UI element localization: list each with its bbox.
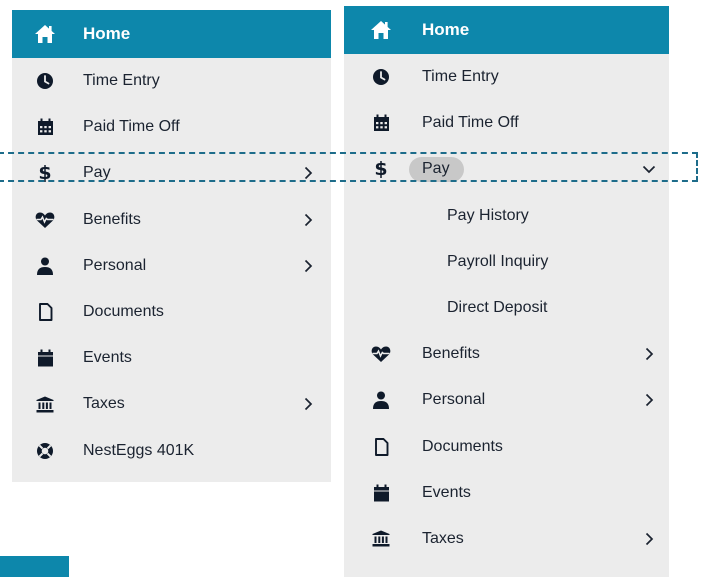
menu-item-pay-expanded[interactable]: $ Pay bbox=[344, 146, 669, 192]
chevron-right-icon[interactable] bbox=[641, 531, 657, 547]
menu-label: Benefits bbox=[422, 345, 480, 363]
menu-label: Paid Time Off bbox=[83, 118, 180, 136]
menu-item-benefits[interactable]: Benefits bbox=[344, 331, 669, 377]
menu-item-documents[interactable]: Documents bbox=[12, 289, 331, 335]
menu-item-events[interactable]: Events bbox=[12, 335, 331, 381]
menu-item-paid-time-off[interactable]: Paid Time Off bbox=[12, 104, 331, 150]
home-header[interactable]: Home bbox=[344, 6, 669, 54]
menu-label: Events bbox=[83, 349, 132, 367]
active-pay-pill: Pay bbox=[409, 156, 464, 182]
home-label: Home bbox=[83, 24, 131, 43]
menu-label: Paid Time Off bbox=[422, 114, 519, 132]
chevron-right-icon[interactable] bbox=[641, 392, 657, 408]
menu-item-pay[interactable]: $ Pay bbox=[12, 150, 331, 196]
menu-item-nesteggs-401k[interactable]: NestEggs 401K bbox=[12, 428, 331, 474]
calendar-grid-icon bbox=[369, 111, 393, 135]
calendar-grid-icon bbox=[33, 115, 57, 139]
calendar-icon bbox=[369, 481, 393, 505]
chevron-down-icon[interactable] bbox=[641, 161, 657, 177]
chevron-right-icon[interactable] bbox=[300, 165, 316, 181]
menu-label: Taxes bbox=[83, 395, 125, 413]
menu-label: Personal bbox=[83, 256, 147, 274]
clock-icon bbox=[369, 65, 393, 89]
menu-label: Taxes bbox=[422, 529, 464, 547]
submenu-item-direct-deposit[interactable]: Direct Deposit bbox=[344, 285, 669, 331]
submenu-item-pay-history[interactable]: Pay History bbox=[344, 193, 669, 239]
chevron-right-icon[interactable] bbox=[641, 346, 657, 362]
clock-icon bbox=[33, 69, 57, 93]
heartbeat-icon bbox=[33, 208, 57, 232]
menu-item-personal[interactable]: Personal bbox=[344, 377, 669, 423]
home-icon bbox=[369, 18, 393, 42]
right-menu-list: Time Entry Paid Time Off $ Pay Pay Histo… bbox=[344, 54, 669, 562]
menu-item-time-entry[interactable]: Time Entry bbox=[12, 58, 331, 104]
menu-label: Time Entry bbox=[422, 68, 499, 86]
document-icon bbox=[369, 435, 393, 459]
menu-label: NestEggs 401K bbox=[83, 441, 195, 459]
menu-label: Events bbox=[422, 483, 471, 501]
menu-item-taxes[interactable]: Taxes bbox=[344, 516, 669, 562]
menu-item-taxes[interactable]: Taxes bbox=[12, 381, 331, 427]
left-menu-list: Time Entry Paid Time Off $ Pay Benefits bbox=[12, 58, 331, 474]
menu-item-events[interactable]: Events bbox=[344, 470, 669, 516]
life-ring-icon bbox=[33, 439, 57, 463]
menu-label: Documents bbox=[422, 437, 503, 455]
left-nav-menu: Home Time Entry Paid Time Off $ Pay Bene… bbox=[12, 10, 331, 482]
calendar-icon bbox=[33, 346, 57, 370]
menu-label: Personal bbox=[422, 391, 486, 409]
home-icon bbox=[33, 22, 57, 46]
chevron-right-icon[interactable] bbox=[300, 212, 316, 228]
bank-icon bbox=[369, 527, 393, 551]
menu-item-personal[interactable]: Personal bbox=[12, 243, 331, 289]
chevron-right-icon[interactable] bbox=[300, 396, 316, 412]
home-label: Home bbox=[422, 20, 470, 39]
home-header[interactable]: Home bbox=[12, 10, 331, 58]
person-icon bbox=[33, 254, 57, 278]
right-nav-menu: Home Time Entry Paid Time Off $ Pay Pay … bbox=[344, 6, 669, 577]
menu-item-benefits[interactable]: Benefits bbox=[12, 197, 331, 243]
submenu-item-payroll-inquiry[interactable]: Payroll Inquiry bbox=[344, 239, 669, 285]
submenu-label: Direct Deposit bbox=[447, 299, 548, 317]
dollar-icon: $ bbox=[374, 158, 388, 181]
submenu-label: Pay History bbox=[447, 206, 529, 224]
submenu-label: Payroll Inquiry bbox=[447, 252, 549, 270]
chevron-right-icon[interactable] bbox=[300, 258, 316, 274]
menu-item-documents[interactable]: Documents bbox=[344, 424, 669, 470]
menu-item-time-entry[interactable]: Time Entry bbox=[344, 54, 669, 100]
person-icon bbox=[369, 388, 393, 412]
dollar-icon: $ bbox=[38, 162, 52, 185]
document-icon bbox=[33, 300, 57, 324]
menu-label: Time Entry bbox=[83, 72, 160, 90]
heartbeat-icon bbox=[369, 342, 393, 366]
menu-label: Documents bbox=[83, 303, 164, 321]
bank-icon bbox=[33, 392, 57, 416]
menu-item-paid-time-off[interactable]: Paid Time Off bbox=[344, 100, 669, 146]
menu-label: Pay bbox=[83, 164, 111, 182]
partial-header-fragment bbox=[0, 556, 69, 577]
menu-label: Benefits bbox=[83, 210, 141, 228]
